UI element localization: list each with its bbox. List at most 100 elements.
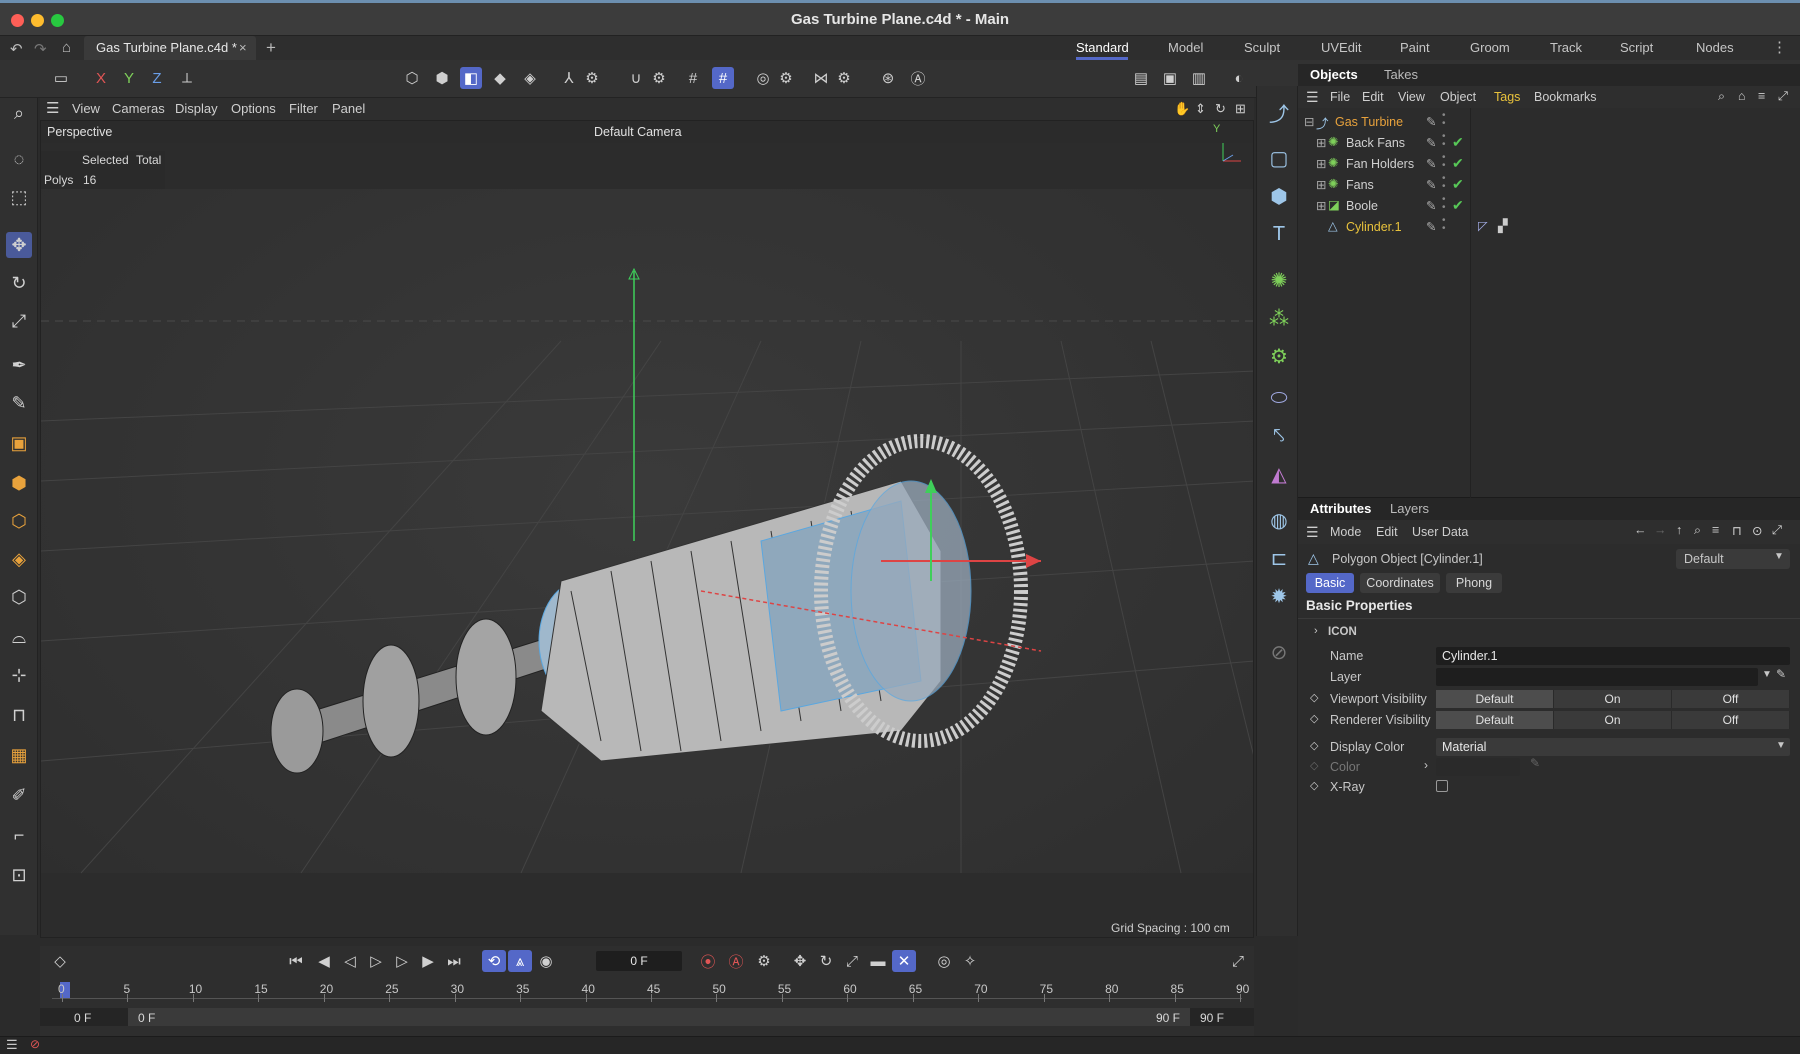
key-settings-icon[interactable]: ⚙ (752, 950, 776, 972)
effector-icon[interactable]: ⚙ (1265, 342, 1293, 370)
soft-selection-settings-icon[interactable]: ⚙ (775, 67, 797, 89)
maximize-view-icon[interactable]: ⊞ (1235, 101, 1246, 117)
rectangle-selection-icon[interactable]: ⬚ (6, 184, 32, 210)
attributes-hamburger-icon[interactable]: ☰ (1306, 524, 1319, 541)
pan-icon[interactable]: ✋ (1174, 101, 1190, 117)
undo-icon[interactable]: ↶ (10, 40, 23, 58)
key-scale-icon[interactable]: ⤢ (840, 950, 864, 972)
range-start-field[interactable]: 0 F (74, 1011, 91, 1025)
scale-tool-icon[interactable]: ⤢ (6, 308, 32, 334)
cube-tool-icon[interactable]: ⬡ (6, 584, 32, 610)
camera-label[interactable]: Default Camera (594, 125, 682, 139)
viewport-hamburger-icon[interactable]: ☰ (46, 99, 59, 117)
sound-icon[interactable]: ◉ (534, 950, 558, 972)
soft-selection-icon[interactable]: ◎ (752, 67, 774, 89)
expand-icon[interactable]: ⊞ (1316, 198, 1326, 213)
render-region-icon[interactable]: ▤ (1130, 67, 1152, 89)
keyframe-diamond-icon[interactable]: ◇ (1310, 712, 1318, 725)
symmetry-icon[interactable]: ⋈ (810, 67, 832, 89)
phong-tag-icon[interactable]: ◸ (1478, 218, 1488, 233)
layout-tab-script[interactable]: Script (1620, 36, 1653, 60)
symmetry-settings-icon[interactable]: ⚙ (833, 67, 855, 89)
keyframe-diamond-icon[interactable]: ◇ (1310, 739, 1318, 752)
objects-menu-bookmarks[interactable]: Bookmarks (1534, 90, 1597, 104)
uv-mode-icon[interactable]: ◈ (519, 67, 541, 89)
new-tab-icon[interactable]: + (266, 38, 276, 58)
edit-tag-icon[interactable]: ✎ (1426, 135, 1436, 150)
live-selection-icon[interactable]: ◌ (6, 146, 32, 172)
go-to-start-icon[interactable]: ⏮ (284, 950, 308, 972)
texture-tool-icon[interactable]: ⌓ (6, 624, 32, 650)
render-view-icon[interactable]: ▣ (1159, 67, 1181, 89)
playback-rate-icon[interactable]: ⩓ (508, 950, 532, 972)
viewport-menu-options[interactable]: Options (231, 101, 276, 116)
range-end-field[interactable]: 90 F (1200, 1011, 1224, 1025)
visibility-dots-icon[interactable]: • • (1442, 174, 1446, 192)
objects-menu-file[interactable]: File (1330, 90, 1350, 104)
object-row-gas-turbine[interactable]: ⊟ ⤴ Gas Turbine ✎ • • (1298, 111, 1800, 133)
objects-menu-edit[interactable]: Edit (1362, 90, 1384, 104)
up-arrow-icon[interactable]: ↑ (1676, 523, 1682, 537)
axis-y-toggle[interactable]: Y (118, 67, 140, 89)
material-tag-icon[interactable]: ▞ (1498, 218, 1508, 233)
axis-mode-icon[interactable]: ⅄ (558, 67, 580, 89)
range-slider[interactable]: 0 F 90 F (128, 1008, 1190, 1026)
attributes-menu-edit[interactable]: Edit (1376, 525, 1398, 539)
projection-label[interactable]: Perspective (47, 125, 112, 139)
attributes-menu-mode[interactable]: Mode (1330, 525, 1361, 539)
spline-pen-icon[interactable]: ✎ (6, 390, 32, 416)
attributes-menu-user-data[interactable]: User Data (1412, 525, 1468, 539)
make-editable-icon[interactable]: ▣ (6, 430, 32, 456)
tab-takes[interactable]: Takes (1384, 64, 1418, 86)
expand-icon[interactable]: ⊞ (1316, 135, 1326, 150)
layout-tab-paint[interactable]: Paint (1400, 36, 1430, 60)
keyframe-diamond-icon[interactable]: ◇ (1310, 779, 1318, 792)
current-frame-field[interactable]: 0 F (596, 951, 682, 971)
play-icon[interactable]: ▷ (364, 950, 388, 972)
keyframe-diamond-icon[interactable]: ◇ (1310, 691, 1318, 704)
renderer-visibility-off[interactable]: Off (1672, 711, 1790, 729)
light-object-icon[interactable]: ✹ (1265, 582, 1293, 610)
snap-settings-icon[interactable]: ⚙ (648, 67, 670, 89)
layout-tab-track[interactable]: Track (1550, 36, 1582, 60)
motion-record-icon[interactable]: ✧ (958, 950, 982, 972)
viewport-menu-cameras[interactable]: Cameras (112, 101, 165, 116)
forward-arrow-icon[interactable]: → (1654, 523, 1667, 537)
viewport-visibility-default[interactable]: Default (1436, 690, 1554, 708)
home-icon[interactable]: ⌂ (62, 39, 71, 56)
status-menu-icon[interactable]: ☰ (6, 1037, 18, 1053)
3d-viewport[interactable]: Perspective Default Camera Y Selected To… (40, 120, 1254, 938)
object-mode-icon[interactable]: ▭ (50, 67, 72, 89)
more-menu-icon[interactable]: ⋮ (1772, 38, 1787, 56)
cube-primitive-icon[interactable]: ⬢ (1265, 182, 1293, 210)
objects-hamburger-icon[interactable]: ☰ (1306, 89, 1319, 106)
layout-tab-model[interactable]: Model (1168, 36, 1203, 60)
object-row-cylinder-1[interactable]: △ Cylinder.1 ✎ • • ◸ ▞ (1298, 216, 1800, 238)
field-icon[interactable]: ⤣ (1265, 422, 1293, 450)
name-field[interactable]: Cylinder.1 (1436, 647, 1790, 665)
volume-icon[interactable]: ◭ (1265, 460, 1293, 488)
next-frame-icon[interactable]: ▷ (390, 950, 414, 972)
attributes-filter-icon[interactable]: ≡ (1712, 523, 1719, 537)
enabled-check-icon[interactable]: ✔ (1452, 176, 1464, 193)
subtab-basic[interactable]: Basic (1306, 573, 1354, 593)
subtab-coordinates[interactable]: Coordinates (1360, 573, 1440, 593)
viewport-menu-view[interactable]: View (72, 101, 100, 116)
edges-mode-icon[interactable]: ⬢ (431, 67, 453, 89)
layout-tab-sculpt[interactable]: Sculpt (1244, 36, 1280, 60)
axis-settings-icon[interactable]: ⚙ (581, 67, 603, 89)
objects-expand-icon[interactable]: ⤢ (1778, 89, 1788, 104)
axis-x-toggle[interactable]: X (90, 67, 112, 89)
expand-icon[interactable]: ⊞ (1316, 156, 1326, 171)
go-to-end-icon[interactable]: ⏭ (442, 950, 466, 972)
object-row-fan-holders[interactable]: ⊞ ✺ Fan Holders ✎ • • ✔ (1298, 153, 1800, 175)
uv-tool-icon[interactable]: ▦ (6, 742, 32, 768)
object-row-boole[interactable]: ⊞ ◪ Boole ✎ • • ✔ (1298, 195, 1800, 217)
layer-edit-icon[interactable]: ✎ (1776, 667, 1786, 681)
previous-frame-icon[interactable]: ◁ (338, 950, 362, 972)
camera-object-icon[interactable]: ⊏ (1265, 544, 1293, 572)
move-tool-icon[interactable]: ✥ (6, 232, 32, 258)
paint-tool-icon[interactable]: ✐ (6, 782, 32, 808)
tab-layers[interactable]: Layers (1390, 498, 1429, 520)
layer-field[interactable] (1436, 668, 1758, 686)
